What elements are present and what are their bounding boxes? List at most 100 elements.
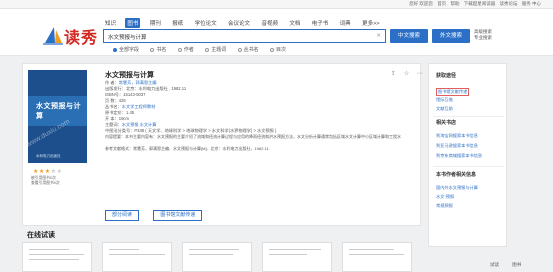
sidebar-item-amazon[interactable]: 到亚马逊搜索本书信息 — [436, 143, 478, 149]
tab-video[interactable]: 音视频 — [259, 18, 280, 28]
tab-dictionary[interactable]: 词典 — [338, 18, 353, 28]
citation-counts: 被引用图书0次 查看引用图书0次 — [31, 176, 60, 185]
text-line — [349, 254, 404, 255]
duxiu-logo[interactable]: 读秀 — [42, 22, 104, 48]
radio-selected-icon — [113, 47, 117, 52]
field-key: 作 者： — [105, 80, 119, 85]
header: 读秀 知识 图书 期刊 报纸 学位论文 会议论文 音视频 文档 电子书 词典 更… — [0, 9, 553, 56]
search-scope: 全部字段 书名 作者 主题词 丛书名 目次 — [113, 46, 296, 53]
preview-page[interactable] — [102, 242, 172, 272]
text-line — [269, 249, 321, 250]
preview-thumbnails — [22, 242, 421, 272]
field-key: ISBN号： — [105, 92, 124, 97]
chinese-search-button[interactable]: 中文搜索 — [390, 29, 428, 43]
tab-more[interactable]: 更多>> — [360, 18, 381, 28]
field-value: 1.45 — [125, 110, 135, 115]
tab-conference[interactable]: 会议论文 — [226, 18, 252, 28]
tab-newspapers[interactable]: 报纸 — [170, 18, 185, 28]
sidebar: 获取途径 图书馆文献传递 馆际互借 文献互助 相关书店 到淘宝网搜索本书信息 到… — [428, 63, 507, 247]
top-link-help[interactable]: 帮助 — [450, 1, 459, 6]
tab-documents[interactable]: 文档 — [287, 18, 302, 28]
sidebar-item-related-3[interactable]: 常规预报 — [436, 203, 453, 209]
book-tools: ⇪ ☆ ⋯ — [385, 70, 423, 77]
tab-ebooks[interactable]: 电子书 — [310, 18, 331, 28]
field-key: 丛书名： — [105, 104, 122, 109]
top-link-greeting: 您好 欢迎您 — [409, 1, 433, 6]
sidebar-item-related-2[interactable]: 水文·预报 — [436, 194, 454, 200]
text-line — [109, 254, 165, 255]
text-line — [349, 249, 394, 250]
logo-text: 读秀 — [64, 28, 99, 47]
preview-page[interactable] — [22, 242, 92, 272]
scope-option-all[interactable]: 全部字段 — [113, 47, 139, 53]
scope-label: 主题词 — [211, 47, 227, 53]
scope-label: 全部字段 — [119, 47, 140, 53]
book-cover[interactable]: 水文预报与计算 www.duxiu.com 水利电力出版社 — [28, 70, 87, 163]
text-line — [269, 254, 307, 255]
foreign-search-button[interactable]: 外文搜索 — [432, 29, 470, 43]
scope-label: 书名 — [156, 47, 167, 53]
sidebar-item-related-1[interactable]: 国内外水文预报与计算 — [436, 185, 478, 191]
book-info: 水文预报与计算 ⇪ ☆ ⋯ 作 者：常慧芳，郭满恩主编 出版发行：北京：水利电力… — [105, 70, 423, 152]
tab-books[interactable]: 图书 — [125, 18, 141, 28]
field-value[interactable]: 常慧芳，郭满恩主编 — [119, 80, 157, 85]
scope-option-title[interactable]: 书名 — [150, 47, 166, 53]
top-link-forum[interactable]: 读秀论坛 — [499, 1, 517, 6]
online-reading-heading: 在线试读 — [27, 232, 55, 239]
preview-page[interactable] — [182, 242, 252, 272]
field-value: 19cm — [118, 116, 129, 121]
top-link-home[interactable]: 首页 — [437, 1, 446, 6]
radio-icon — [205, 47, 210, 52]
preview-page[interactable] — [342, 242, 412, 272]
field-value[interactable]: 水文预报 水文计算 — [122, 122, 157, 127]
search-input-value: 水文预报与计算 — [108, 35, 147, 41]
scope-option-subject[interactable]: 主题词 — [205, 47, 226, 53]
field-key: 中图法分类号： — [105, 128, 135, 133]
sidebar-item-interlibrary-loan[interactable]: 馆际互借 — [436, 97, 453, 103]
tool-preview[interactable]: 试读 — [490, 262, 499, 267]
field-value[interactable]: 水文学工程师教材 — [122, 104, 156, 109]
scope-option-toc[interactable]: 目次 — [270, 47, 286, 53]
top-bar: 您好 欢迎您 首页 帮助 下载超星阅读器 读秀论坛 服务 中心 — [0, 0, 553, 9]
scope-option-author[interactable]: 作者 — [177, 47, 194, 53]
text-line — [29, 254, 84, 255]
rating-stars[interactable]: ★★★★★ — [33, 168, 62, 175]
top-link-service[interactable]: 服务 中心 — [522, 1, 541, 6]
tab-theses[interactable]: 学位论文 — [193, 18, 219, 28]
favorite-icon[interactable]: ☆ — [404, 71, 409, 77]
cover-publisher: 水利电力出版社 — [36, 154, 61, 158]
radio-icon — [270, 47, 275, 52]
text-line — [189, 254, 233, 255]
top-links: 您好 欢迎您 首页 帮助 下载超星阅读器 读秀论坛 服务 中心 — [406, 1, 541, 7]
field-key: 原书定价： — [105, 110, 126, 115]
radio-icon — [177, 47, 182, 52]
document-delivery-button[interactable]: 图书馆文献传递 — [153, 210, 203, 221]
reference-format: 参考文献格式：常慧芳，郭满恩主编．水文预报与计算[M]．北京：水利电力出版社，1… — [105, 146, 270, 151]
preview-page[interactable] — [262, 242, 332, 272]
search-input[interactable]: 水文预报与计算 ✕ — [103, 29, 386, 43]
book-detail-panel: 水文预报与计算 www.duxiu.com 水利电力出版社 ★★★★★ 被引用图… — [22, 63, 423, 226]
top-link-download[interactable]: 下载超星阅读器 — [464, 1, 496, 6]
sidebar-heading-bookstores: 相关书店 — [436, 120, 457, 126]
sidebar-item-taobao[interactable]: 到淘宝网搜索本书信息 — [436, 133, 478, 139]
field-key: 开 本： — [105, 116, 119, 121]
category-nav: 知识 图书 期刊 报纸 学位论文 会议论文 音视频 文档 电子书 词典 更多>> — [103, 18, 388, 28]
book-title: 水文预报与计算 — [105, 72, 154, 79]
partial-read-button[interactable]: 部分阅读 — [105, 210, 140, 221]
professional-search-link[interactable]: 专业搜索 — [474, 35, 492, 41]
cover-title: 水文预报与计算 — [36, 103, 81, 120]
scope-option-series[interactable]: 丛书名 — [237, 47, 259, 53]
sidebar-item-jd[interactable]: 到京东商城搜索本书信息 — [436, 153, 482, 159]
radio-icon — [150, 47, 155, 52]
tab-knowledge[interactable]: 知识 — [103, 18, 118, 28]
tab-journals[interactable]: 期刊 — [148, 18, 163, 28]
tool-book[interactable]: 图书 — [512, 262, 521, 267]
divider — [433, 166, 504, 167]
more-icon[interactable]: ⋯ — [417, 71, 423, 77]
sidebar-item-document-delivery[interactable]: 图书馆文献传递 — [436, 88, 470, 96]
clear-icon[interactable]: ✕ — [376, 33, 381, 39]
share-icon[interactable]: ⇪ — [391, 71, 396, 77]
text-line — [29, 259, 79, 260]
field-key: 主题词： — [105, 122, 122, 127]
sidebar-item-document-help[interactable]: 文献互助 — [436, 106, 453, 112]
